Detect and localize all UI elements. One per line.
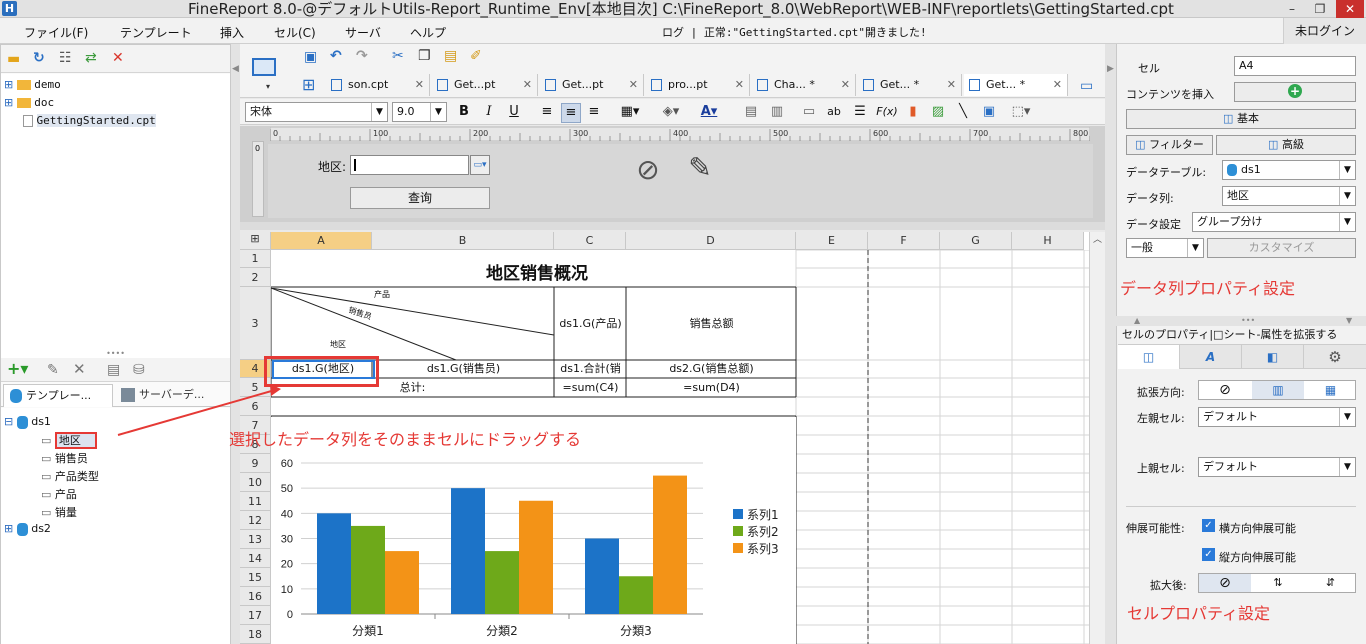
arrow-head-icon xyxy=(270,384,281,396)
property-header: セルのプロパティ|□シート-属性を拡張する xyxy=(1122,328,1338,341)
chevron-down-icon: ▼ xyxy=(1339,187,1355,205)
insert-content-label: コンテンツを挿入 xyxy=(1126,88,1214,101)
property-splitter[interactable]: ▲ ••• ▼ xyxy=(1116,316,1366,326)
column-property-annotation: データ列プロパティ設定 xyxy=(1120,279,1296,298)
general-select[interactable]: 一般 ▼ xyxy=(1126,238,1204,258)
advanced-icon: ◫ xyxy=(1268,138,1279,151)
customize-button[interactable]: カスタマイズ xyxy=(1207,238,1356,258)
data-setting-select[interactable]: グループ分け ▼ xyxy=(1192,212,1356,232)
database-icon xyxy=(1227,164,1237,176)
after-expand-group: ⊘ ⇅ ⇵ xyxy=(1198,573,1356,593)
no-sort-icon[interactable]: ⊘ xyxy=(1199,574,1251,592)
drag-annotation: 選択したデータ列をそのままセルにドラッグする xyxy=(229,430,582,449)
chevron-down-icon: ▼ xyxy=(1339,213,1355,231)
basic-icon: ◫ xyxy=(1223,112,1234,125)
settings-gear-icon[interactable]: ⚙ xyxy=(1304,345,1366,369)
expand-down-icon[interactable]: ▼ xyxy=(1346,316,1352,326)
expandable-label: 伸展可能性: xyxy=(1126,522,1185,535)
up-parent-select[interactable]: デフォルト ▼ xyxy=(1198,457,1356,477)
horizontal-expand-label: 横方向伸展可能 xyxy=(1219,522,1296,535)
filter-button[interactable]: ◫ フィルター xyxy=(1126,135,1213,155)
expand-direction-group: ⊘ ▥ ▦ xyxy=(1198,380,1356,400)
horizontal-checkbox[interactable]: ✓ xyxy=(1202,519,1215,532)
cell-label: セル xyxy=(1138,62,1160,75)
sort-descending-icon[interactable]: ⇵ xyxy=(1305,574,1356,592)
vertical-expand-label: 縦方向伸展可能 xyxy=(1219,551,1296,564)
chevron-down-icon: ▼ xyxy=(1339,408,1355,426)
advanced-button[interactable]: ◫ 高級 xyxy=(1216,135,1356,155)
up-parent-label: 上親セル: xyxy=(1137,462,1185,475)
data-column-label: データ列: xyxy=(1126,192,1174,205)
data-table-select[interactable]: ds1 ▼ xyxy=(1222,160,1356,180)
chevron-down-icon: ▼ xyxy=(1339,458,1355,476)
sort-ascending-icon[interactable]: ⇅ xyxy=(1252,574,1304,592)
after-expand-label: 拡大後: xyxy=(1150,579,1187,592)
property-tabs: ◫ A ◧ ⚙ xyxy=(1118,344,1366,369)
cell-name-input[interactable]: A4 xyxy=(1234,56,1356,76)
filter-icon: ◫ xyxy=(1135,138,1146,151)
vertical-checkbox[interactable]: ✓ xyxy=(1202,548,1215,561)
insert-content-button[interactable]: + xyxy=(1234,82,1356,102)
horizontal-expand-icon[interactable]: ▦ xyxy=(1305,381,1356,399)
splitter-dots: ••• xyxy=(1241,316,1256,325)
data-column-select[interactable]: 地区 ▼ xyxy=(1222,186,1356,206)
cell-property-tab-icon[interactable]: ◫ xyxy=(1118,345,1180,369)
condition-tab-icon[interactable]: ◧ xyxy=(1242,345,1304,369)
add-icon: + xyxy=(1288,84,1302,98)
collapse-up-icon[interactable]: ▲ xyxy=(1134,316,1140,326)
style-tab-icon[interactable]: A xyxy=(1180,345,1242,369)
left-parent-select[interactable]: デフォルト ▼ xyxy=(1198,407,1356,427)
divider xyxy=(1126,506,1356,507)
no-expand-icon[interactable]: ⊘ xyxy=(1199,381,1251,399)
chevron-down-icon: ▼ xyxy=(1339,161,1355,179)
data-table-label: データテーブル: xyxy=(1126,166,1207,179)
expand-direction-label: 拡張方向: xyxy=(1137,386,1185,399)
vertical-expand-icon[interactable]: ▥ xyxy=(1252,381,1304,399)
data-setting-label: データ設定 xyxy=(1126,218,1181,231)
basic-button[interactable]: ◫ 基本 xyxy=(1126,109,1356,129)
chevron-down-icon: ▼ xyxy=(1187,239,1203,257)
cell-property-annotation: セルプロパティ設定 xyxy=(1127,604,1271,623)
left-parent-label: 左親セル: xyxy=(1137,412,1185,425)
